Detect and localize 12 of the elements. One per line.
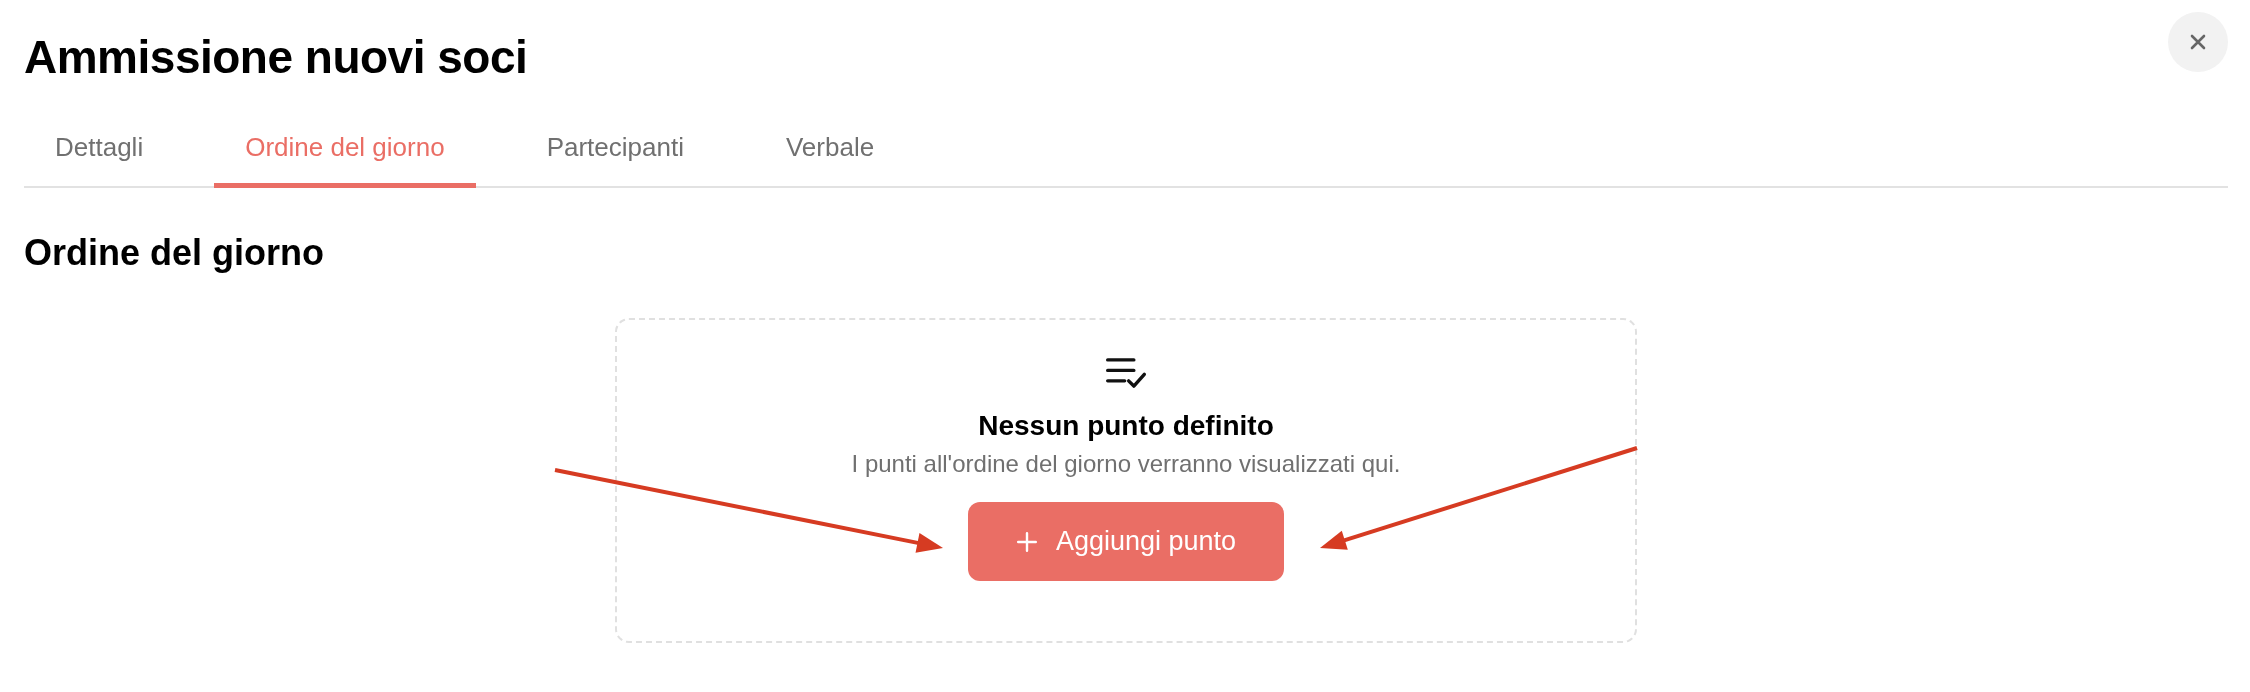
close-icon [2188,32,2208,52]
tab[interactable]: Ordine del giorno [214,122,476,188]
tab[interactable]: Dettagli [24,122,175,188]
tab[interactable]: Partecipanti [515,122,715,188]
dialog-title: Ammissione nuovi soci [24,30,528,84]
checklist-icon [1105,356,1147,390]
section-heading: Ordine del giorno [24,232,325,274]
empty-state-description: I punti all'ordine del giorno verranno visualizzati qui. [851,450,1401,478]
tab[interactable]: Verbale [754,122,906,188]
plus-icon [1015,530,1038,553]
add-item-button[interactable]: Aggiungi punto [968,502,1284,581]
empty-state-title: Nessun punto definito [978,410,1274,442]
